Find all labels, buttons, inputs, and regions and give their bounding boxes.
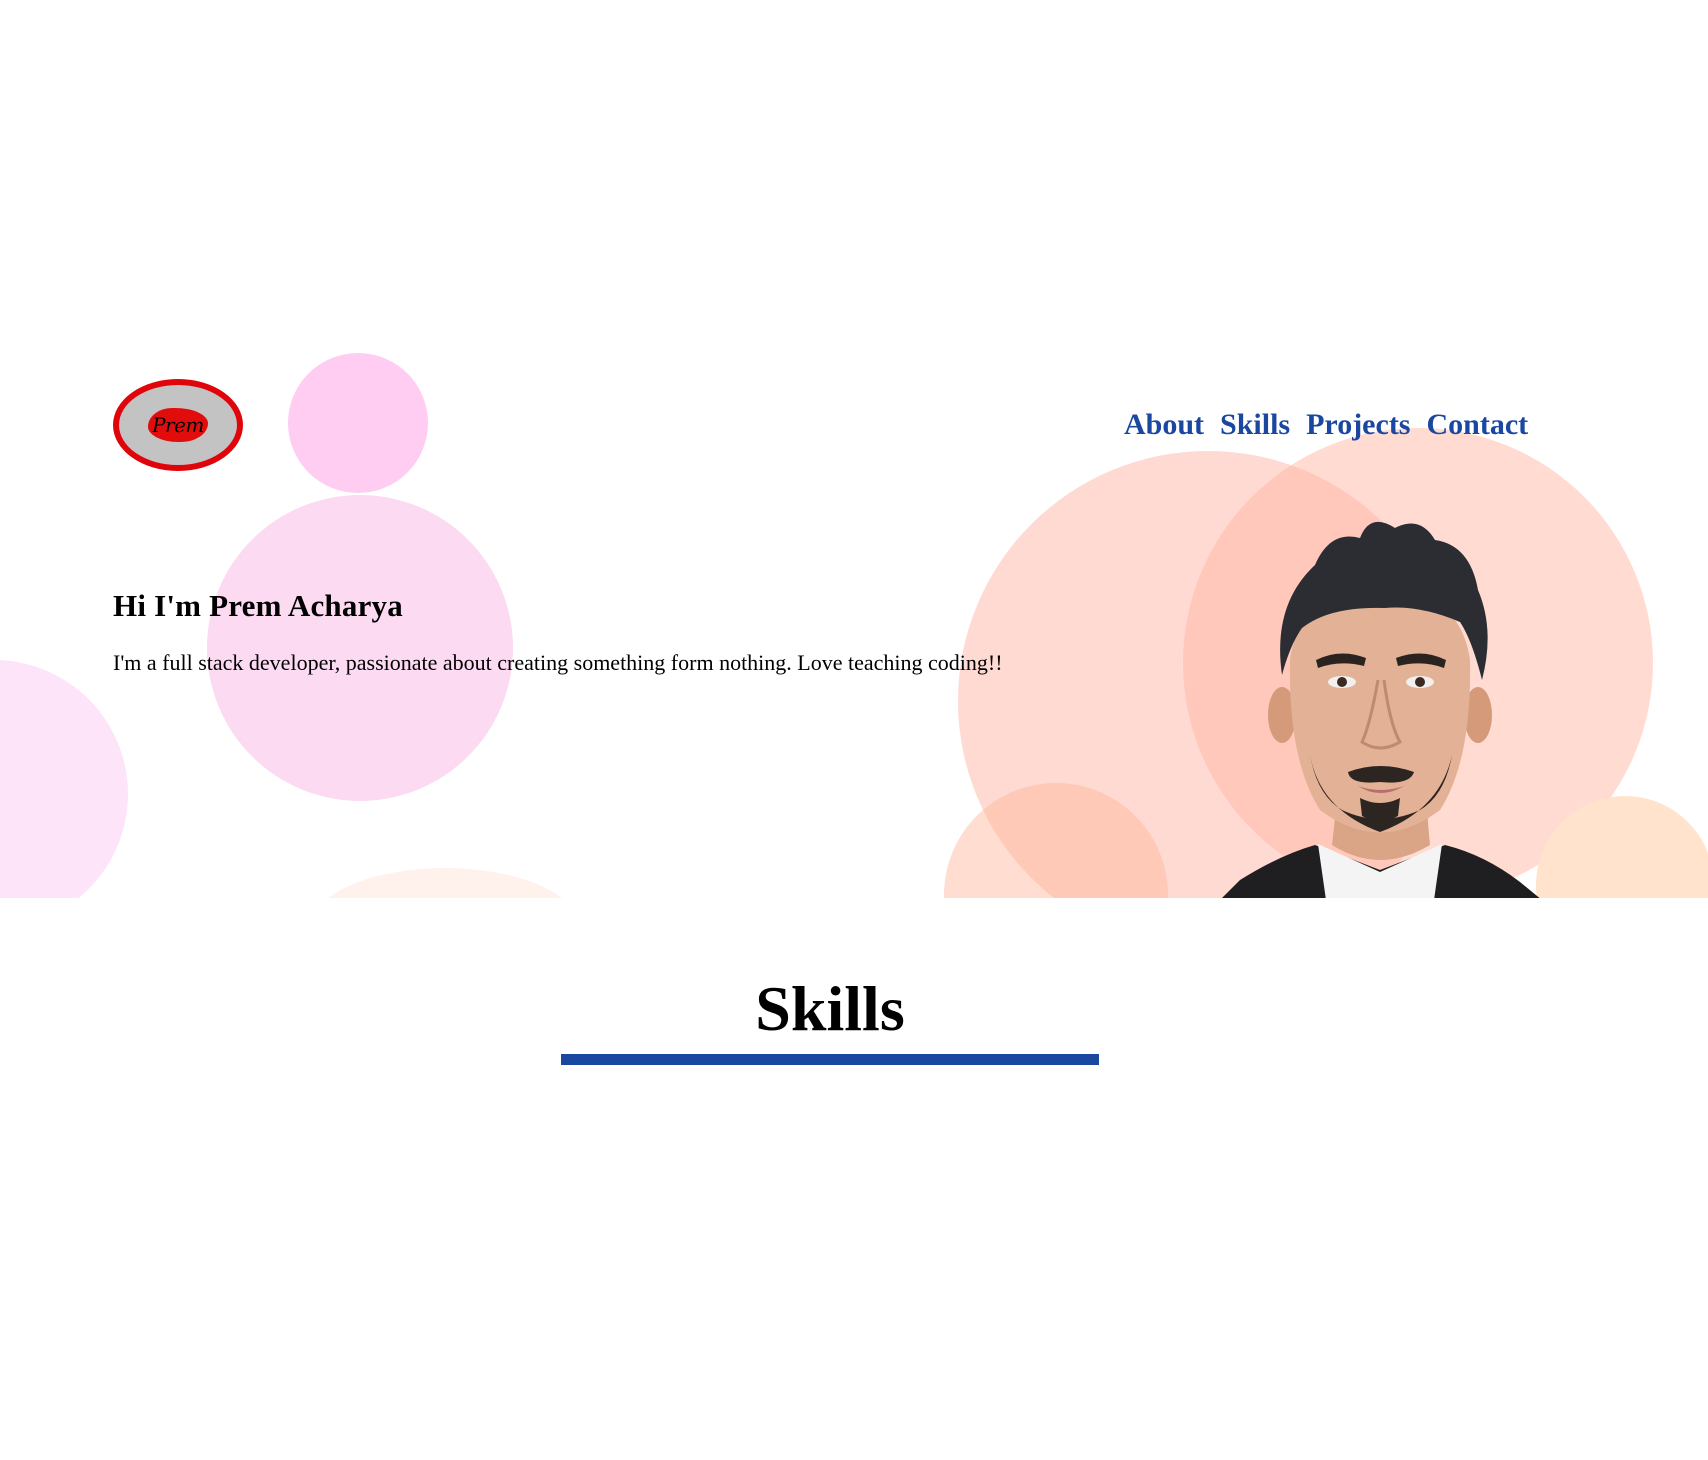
main-nav: About Skills Projects Contact <box>1124 408 1528 442</box>
intro-description: I'm a full stack developer, passionate a… <box>113 650 1003 675</box>
nav-link-about[interactable]: About <box>1124 408 1204 442</box>
decorative-bubble <box>207 495 513 801</box>
nav-link-contact[interactable]: Contact <box>1426 408 1528 442</box>
logo-text: Prem <box>152 413 204 437</box>
skills-title-underline <box>561 1054 1099 1065</box>
decorative-bubble <box>310 868 580 898</box>
logo-badge: Prem <box>148 408 208 442</box>
intro-title: Hi I'm Prem Acharya <box>113 588 403 623</box>
decorative-bubble <box>288 353 428 493</box>
hero-section: Prem About Skills Projects Contact Hi I'… <box>0 350 1708 898</box>
site-logo[interactable]: Prem <box>113 379 243 471</box>
profile-photo <box>1222 521 1540 898</box>
nav-link-skills[interactable]: Skills <box>1220 408 1290 442</box>
decorative-bubble <box>0 660 128 898</box>
nav-link-projects[interactable]: Projects <box>1306 408 1410 442</box>
skills-section-title: Skills <box>755 973 905 1044</box>
